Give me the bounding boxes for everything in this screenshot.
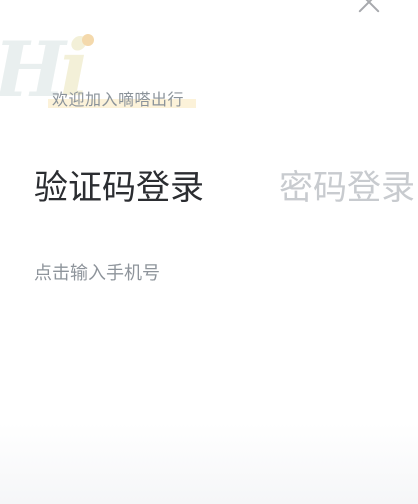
tab-password-login[interactable]: 密码登录 [279,166,415,210]
login-screen: H i 欢迎加入嘀嗒出行 验证码登录 密码登录 [0,0,418,504]
logo-dot [82,34,94,46]
close-icon[interactable] [355,0,383,16]
phone-number-input[interactable] [34,258,384,288]
tab-verification-code-login[interactable]: 验证码登录 [34,166,204,210]
welcome-text: 欢迎加入嘀嗒出行 [52,90,185,109]
